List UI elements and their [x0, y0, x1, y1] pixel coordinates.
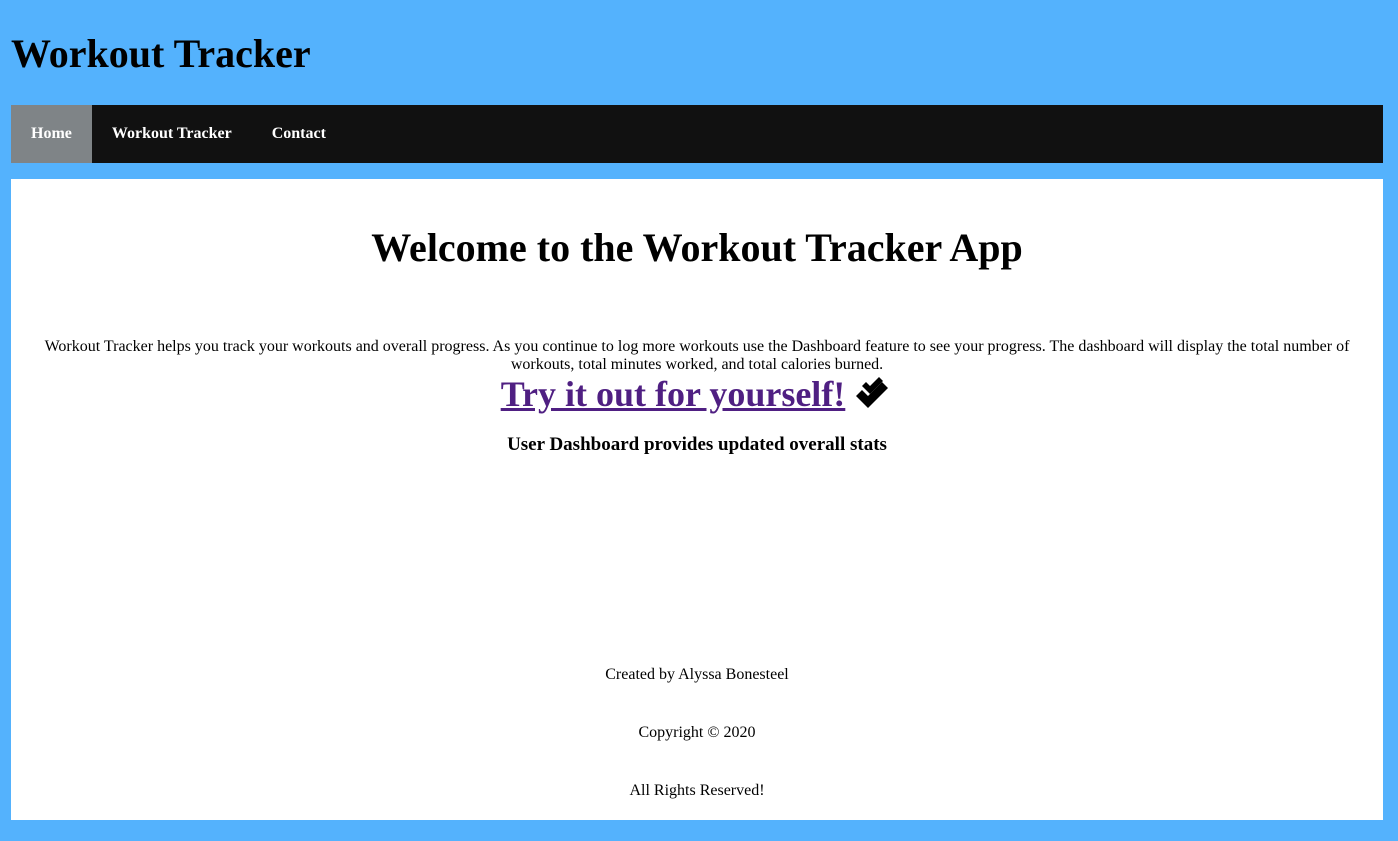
footer-copyright: Copyright © 2020 [638, 724, 756, 741]
welcome-heading: Welcome to the Workout Tracker App [371, 225, 1023, 270]
cta-row: Try it out for yourself! [11, 372, 1383, 416]
double-check-icon [853, 374, 893, 414]
nav-item-contact[interactable]: Contact [252, 105, 346, 163]
intro-paragraph: Workout Tracker helps you track your wor… [44, 338, 1350, 373]
site-title: Workout Tracker [11, 31, 311, 76]
footer-rights: All Rights Reserved! [629, 782, 765, 799]
navbar: Home Workout Tracker Contact [11, 105, 1383, 163]
dashboard-stats-text: User Dashboard provides updated overall … [507, 434, 887, 455]
main-content: Welcome to the Workout Tracker App Worko… [11, 179, 1383, 820]
footer-created-by: Created by Alyssa Bonesteel [605, 666, 789, 683]
nav-item-home[interactable]: Home [11, 105, 92, 163]
try-it-link[interactable]: Try it out for yourself! [501, 372, 846, 416]
nav-item-workout-tracker[interactable]: Workout Tracker [92, 105, 252, 163]
